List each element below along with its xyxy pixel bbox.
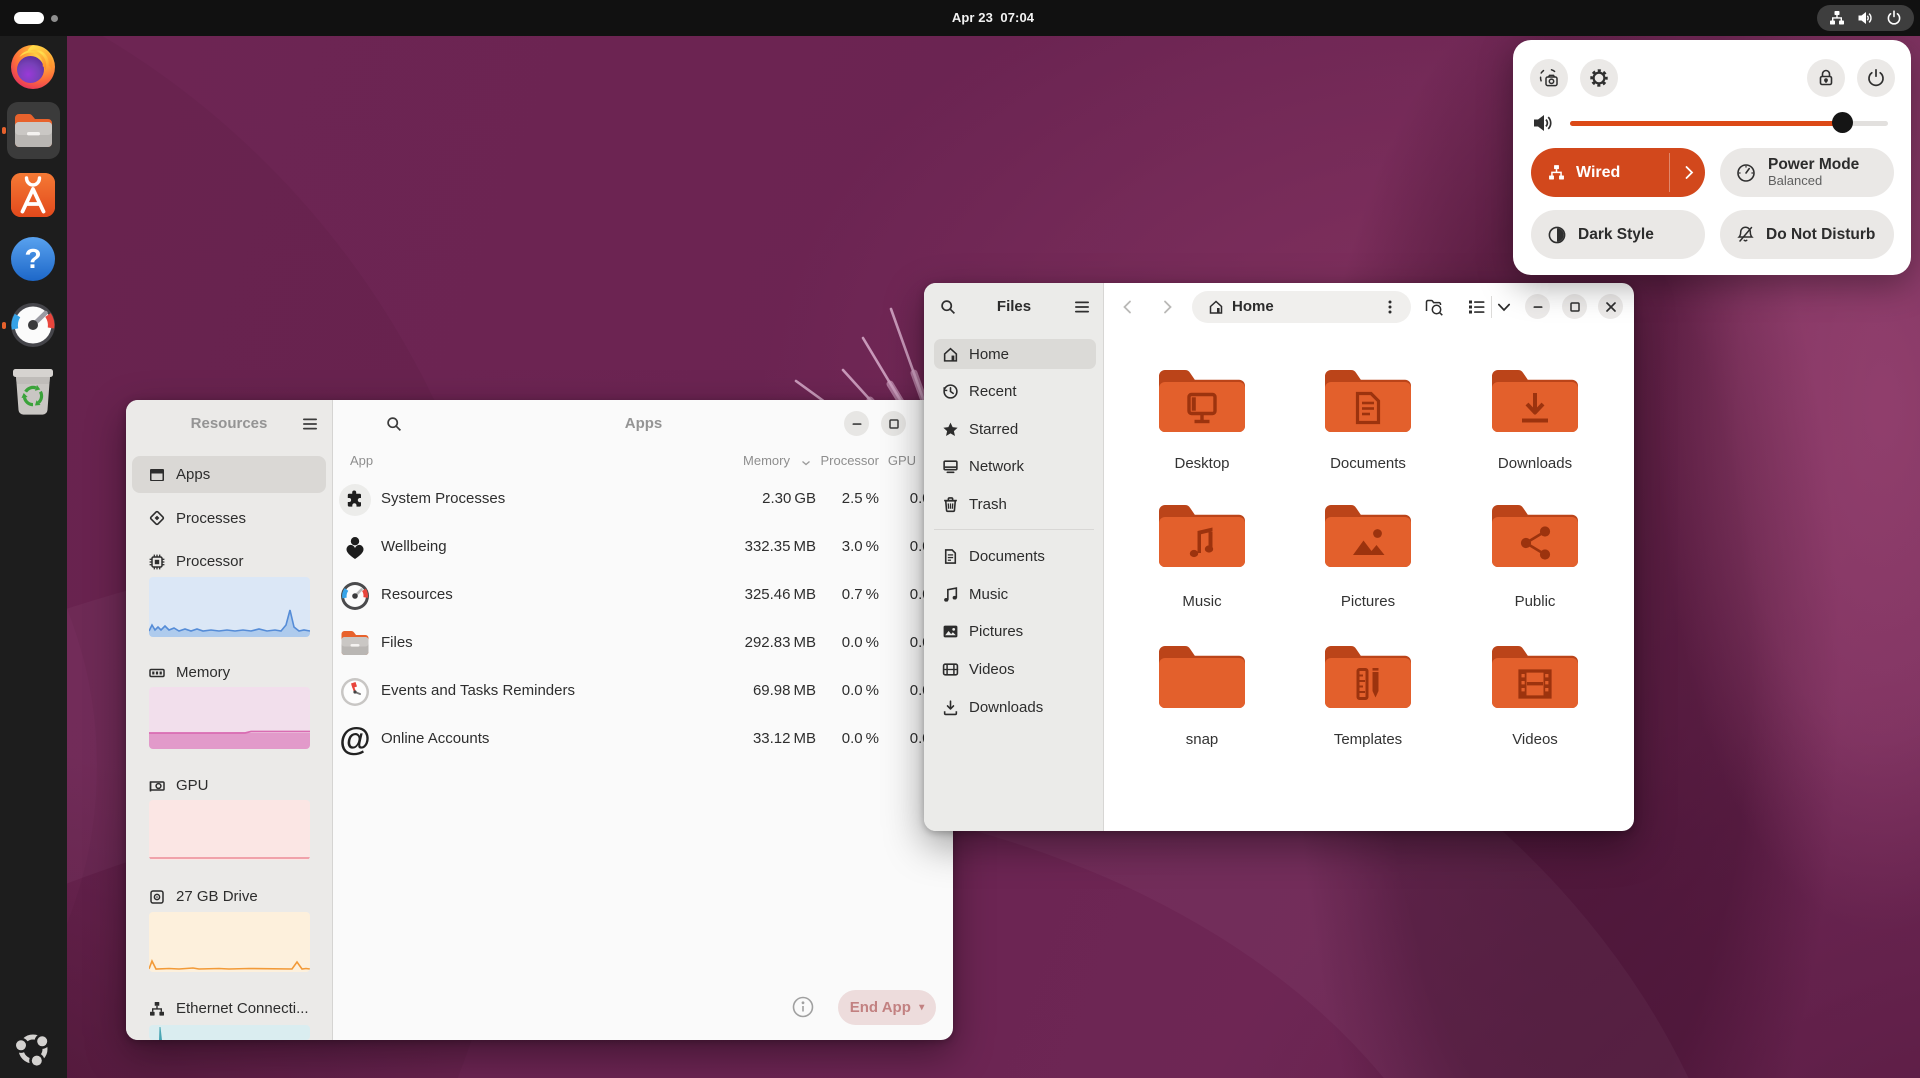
svg-text:?: ? xyxy=(24,243,41,274)
